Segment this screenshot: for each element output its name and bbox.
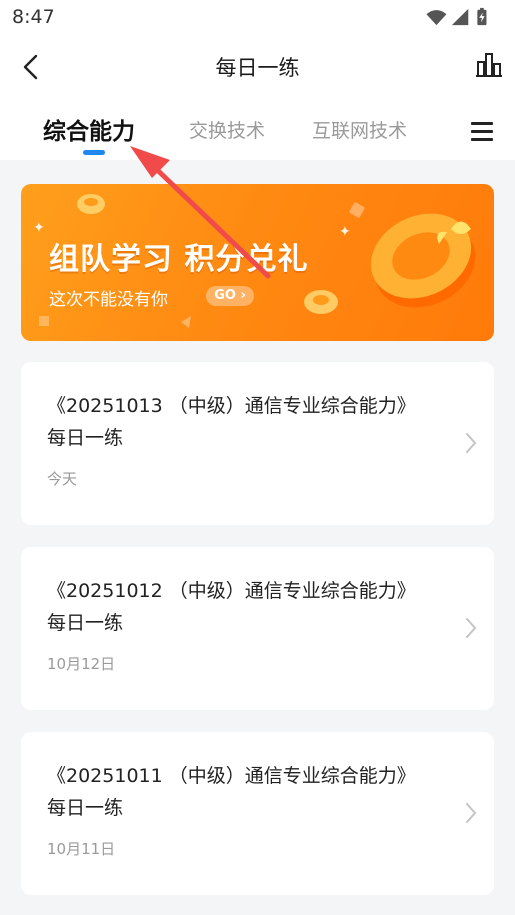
active-tab-indicator xyxy=(83,150,105,155)
svg-text:✦: ✦ xyxy=(339,224,351,240)
battery-icon xyxy=(477,7,487,26)
menu-icon[interactable] xyxy=(471,122,495,142)
list-item[interactable]: 《20251012 （中级）通信专业综合能力》每日一练 10月12日 xyxy=(21,547,494,710)
status-time: 8:47 xyxy=(12,6,55,28)
list-item[interactable]: 《20251011 （中级）通信专业综合能力》每日一练 10月11日 xyxy=(21,732,494,895)
tab-switching[interactable]: 交换技术 xyxy=(189,116,265,143)
category-tabs: 综合能力 交换技术 互联网技术 xyxy=(0,110,515,160)
wifi-icon xyxy=(426,10,447,26)
banner-go-label: GO xyxy=(214,288,236,303)
banner-go-badge: GO › xyxy=(206,286,254,306)
list-item-date: 10月11日 xyxy=(47,840,116,858)
tab-internet[interactable]: 互联网技术 xyxy=(312,116,407,143)
status-icons xyxy=(426,7,487,26)
list-item-date: 今天 xyxy=(47,470,78,488)
promo-banner[interactable]: ✦ ✦ 组队学习 积分兑礼 这次不能没有你 GO › xyxy=(21,184,494,341)
banner-subtitle: 这次不能没有你 xyxy=(49,290,168,310)
list-item-title: 《20251012 （中级）通信专业综合能力》每日一练 xyxy=(47,580,416,634)
list-item-title: 《20251011 （中级）通信专业综合能力》每日一练 xyxy=(47,765,416,819)
chevron-right-icon xyxy=(466,618,477,638)
banner-title: 组队学习 积分兑礼 xyxy=(49,242,309,277)
list-item[interactable]: 《20251013 （中级）通信专业综合能力》每日一练 今天 xyxy=(21,362,494,525)
svg-text:✦: ✦ xyxy=(33,220,45,236)
top-bar: 每日一练 综合能力 交换技术 互联网技术 xyxy=(0,36,515,160)
chevron-right-icon xyxy=(466,433,477,453)
status-bar: 8:47 xyxy=(0,0,515,36)
list-item-title: 《20251013 （中级）通信专业综合能力》每日一练 xyxy=(47,395,416,449)
bar-chart-icon[interactable] xyxy=(475,50,503,80)
tab-comprehensive[interactable]: 综合能力 xyxy=(43,112,135,146)
page-title: 每日一练 xyxy=(215,56,300,80)
signal-icon xyxy=(451,8,469,26)
list-item-date: 10月12日 xyxy=(47,655,116,673)
chevron-right-icon xyxy=(466,803,477,823)
